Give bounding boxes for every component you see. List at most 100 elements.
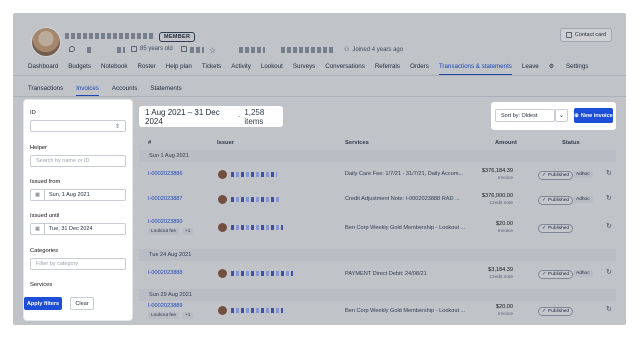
main-tabs: Dashboard Budgets Notebook Roster Help p… — [28, 63, 608, 75]
tab-conversations[interactable]: Conversations — [325, 63, 365, 75]
table-row[interactable]: I-0002023887 Credit Adjustment Note: I-0… — [139, 190, 616, 214]
meta-joined: ⚇ Joined 4 years ago — [344, 46, 404, 54]
subtab-transactions[interactable]: Transactions — [28, 85, 63, 96]
clear-button[interactable]: Clear — [70, 297, 94, 310]
table-row[interactable]: I-0002023888 PAYMENT Direct Debit: 24/08… — [139, 263, 616, 287]
tabs-divider — [13, 75, 626, 76]
id-select[interactable]: ⇕ — [30, 120, 126, 132]
amount: $376,184.39 — [481, 168, 513, 174]
table-row[interactable]: I-0002023890 Lookout fee +1 Ben Corp Wee… — [139, 215, 616, 245]
invoice-number[interactable]: I-0002023886 — [148, 171, 183, 177]
amount-kind: Invoice — [497, 176, 513, 181]
meta-redacted-3 — [190, 47, 204, 53]
chevron-down-icon[interactable]: ⌄ — [555, 109, 568, 122]
subtab-accounts[interactable]: Accounts — [112, 85, 137, 96]
apply-filters-button[interactable]: Apply filters — [24, 297, 62, 310]
tab-lookout[interactable]: Lookout — [261, 63, 283, 75]
more-tags-badge[interactable]: +1 — [182, 312, 194, 319]
tab-settings[interactable]: ⚙ Settings — [549, 63, 599, 75]
calendar-icon — [131, 46, 137, 52]
invoice-number[interactable]: I-0002023889 — [148, 303, 183, 309]
subtabs-divider — [13, 96, 626, 97]
person-icon: ⚇ — [344, 47, 350, 53]
sort-select[interactable]: Sort by: Oldest — [495, 109, 555, 122]
date-group: Tue 24 Aug 2021 — [139, 249, 616, 261]
new-invoice-button[interactable]: ⊕ New invoice — [574, 108, 613, 123]
date-range-summary: 1 Aug 2021 – 31 Dec 2024 · 1,258 items — [139, 106, 283, 127]
tab-orders[interactable]: Orders — [410, 63, 429, 75]
tab-help-plan[interactable]: Help plan — [166, 63, 192, 75]
subtab-statements[interactable]: Statements — [150, 85, 181, 96]
issuer-redacted — [231, 271, 293, 276]
tab-leave[interactable]: Leave — [522, 63, 539, 75]
amount-kind: Credit note — [489, 201, 513, 206]
redo-icon[interactable]: ↻ — [606, 305, 612, 313]
tag-icon — [181, 46, 187, 52]
more-tags-badge[interactable]: +1 — [182, 228, 194, 235]
meta-tag-icon — [181, 46, 187, 52]
redo-icon[interactable]: ↻ — [606, 169, 612, 177]
status-badge: ✓ Published — [538, 270, 574, 279]
service-text: Ben Corp Weekly Gold Membership - Lookou… — [345, 225, 466, 231]
status-badge: ✓ Published — [538, 171, 574, 180]
app-window: MEMBER 85 years old ☆ ⚇ Joined 4 years ag… — [13, 13, 626, 325]
subtab-invoices[interactable]: Invoices — [76, 85, 99, 96]
tab-transactions-statements[interactable]: Transactions & statements — [438, 63, 512, 75]
tab-roster[interactable]: Roster — [138, 63, 156, 75]
issued-from-label: Issued from — [30, 179, 61, 185]
service-text: PAYMENT Direct Debit: 24/08/21 — [345, 271, 427, 277]
check-icon: ✓ — [542, 198, 547, 203]
sub-tabs: Transactions Invoices Accounts Statement… — [28, 85, 195, 96]
issuer-avatar — [218, 306, 227, 315]
date-group: Sun 29 Aug 2021 — [139, 289, 616, 301]
list-actions: Sort by: Oldest ⌄ ⊕ New invoice — [491, 102, 616, 130]
tab-budgets[interactable]: Budgets — [68, 63, 91, 75]
tab-referrals[interactable]: Referrals — [375, 63, 400, 75]
item-count: 1,258 items — [244, 107, 265, 126]
amount: $376,000.00 — [481, 193, 513, 199]
col-number: # — [148, 140, 152, 146]
issuer-avatar — [218, 195, 227, 204]
member-name-redacted — [65, 33, 153, 39]
issuer-redacted — [231, 225, 283, 230]
tab-tickets[interactable]: Tickets — [202, 63, 221, 75]
redo-icon[interactable]: ↻ — [606, 222, 612, 230]
gear-icon: ⚙ — [548, 63, 557, 70]
issuer-redacted — [231, 197, 281, 202]
contact-card-button[interactable]: Contact card — [560, 28, 612, 42]
tab-dashboard[interactable]: Dashboard — [28, 63, 58, 75]
amount-kind: Invoice — [497, 229, 513, 234]
tab-notebook[interactable]: Notebook — [101, 63, 128, 75]
col-amount: Amount — [495, 140, 517, 146]
invoice-number[interactable]: I-0002023888 — [148, 270, 183, 276]
tab-activity[interactable]: Activity — [231, 63, 251, 75]
issued-until-field[interactable]: ▦ Tue, 31 Dec 2024 — [30, 223, 126, 235]
adhoc-badge: Adhoc — [573, 171, 593, 178]
calendar-icon: ▦ — [31, 190, 45, 200]
table-row[interactable]: I-0002023886 Daily Care Fee: 1/7/21 - 31… — [139, 165, 616, 189]
amount: $20.00 — [495, 304, 513, 310]
redo-icon[interactable]: ↻ — [606, 268, 612, 276]
star-icon[interactable]: ☆ — [209, 46, 216, 55]
calendar-icon: ▦ — [31, 224, 45, 234]
issuer-avatar — [218, 170, 227, 179]
adhoc-badge: Adhoc — [573, 196, 593, 203]
col-issuer: Issuer — [217, 140, 235, 146]
categories-filter-input[interactable]: Filter by category — [30, 258, 126, 270]
redo-icon[interactable]: ↻ — [606, 194, 612, 202]
tab-surveys[interactable]: Surveys — [293, 63, 315, 75]
helper-search-input[interactable]: Search by name or ID — [30, 155, 126, 167]
id-label: ID — [30, 110, 36, 116]
invoice-number[interactable]: I-0002023890 — [148, 219, 183, 225]
issuer-avatar — [218, 223, 227, 232]
issued-from-field[interactable]: ▦ Sun, 1 Aug 2021 — [30, 189, 126, 201]
table-row[interactable]: I-0002023889 Lookout fee +1 Ben Corp Wee… — [139, 303, 616, 325]
amount: $3,184.39 — [488, 267, 513, 273]
meta-redacted-2 — [117, 47, 125, 53]
amount: $20.00 — [495, 221, 513, 227]
check-icon: ✓ — [542, 226, 547, 231]
amount-kind: Credit note — [489, 275, 513, 280]
date-group: Sun 1 Aug 2021 — [139, 150, 616, 162]
invoice-number[interactable]: I-0002023887 — [148, 196, 183, 202]
service-text: Ben Corp Weekly Gold Membership - Lookou… — [345, 308, 466, 314]
